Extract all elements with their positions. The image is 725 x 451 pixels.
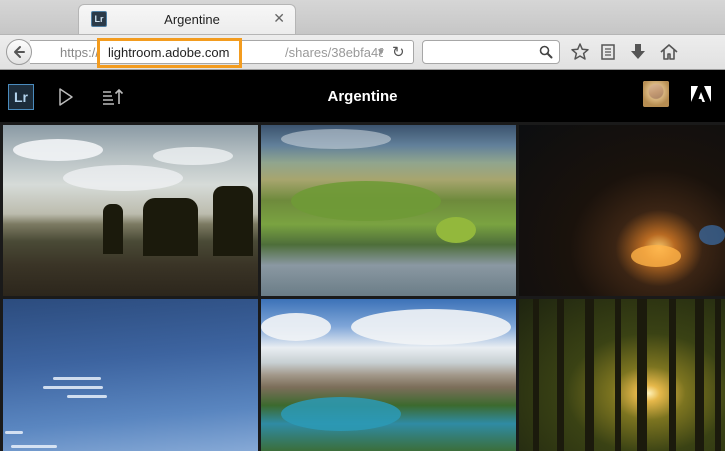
photo-thumbnail[interactable] (3, 125, 258, 296)
photo-thumbnail[interactable] (261, 125, 516, 296)
photo-thumbnail[interactable] (519, 125, 725, 296)
photo-grid (0, 122, 725, 451)
lightroom-favicon-icon: Lr (91, 11, 107, 27)
reading-list-icon[interactable] (597, 41, 619, 63)
search-icon[interactable] (539, 45, 553, 59)
adobe-logo-icon[interactable] (690, 85, 712, 103)
url-protocol: https:// (60, 45, 100, 60)
tab-close-icon[interactable]: ✕ (273, 10, 285, 27)
download-icon[interactable] (627, 41, 649, 63)
lightroom-header: Lr Argentine (0, 70, 725, 122)
user-avatar[interactable] (643, 81, 669, 107)
home-icon[interactable] (658, 41, 680, 63)
browser-tab-strip: Lr Argentine ✕ (0, 0, 725, 34)
back-arrow-icon (14, 46, 25, 58)
browser-search-field[interactable] (422, 40, 560, 64)
browser-tab[interactable]: Lr Argentine ✕ (78, 4, 296, 34)
bookmark-star-icon[interactable] (569, 41, 591, 63)
photo-thumbnail[interactable] (261, 299, 516, 451)
url-history-dropdown-icon[interactable]: ▼ (376, 47, 386, 58)
photo-thumbnail[interactable] (3, 299, 258, 451)
browser-search-input[interactable] (427, 43, 536, 62)
photo-thumbnail[interactable] (519, 299, 725, 451)
reload-icon[interactable]: ↻ (392, 43, 405, 61)
back-button[interactable] (6, 39, 32, 65)
url-host-highlight-box (97, 38, 242, 68)
url-path: /shares/38ebfa48e2da (285, 45, 383, 60)
tab-title: Argentine (164, 12, 220, 27)
album-title: Argentine (327, 88, 398, 105)
